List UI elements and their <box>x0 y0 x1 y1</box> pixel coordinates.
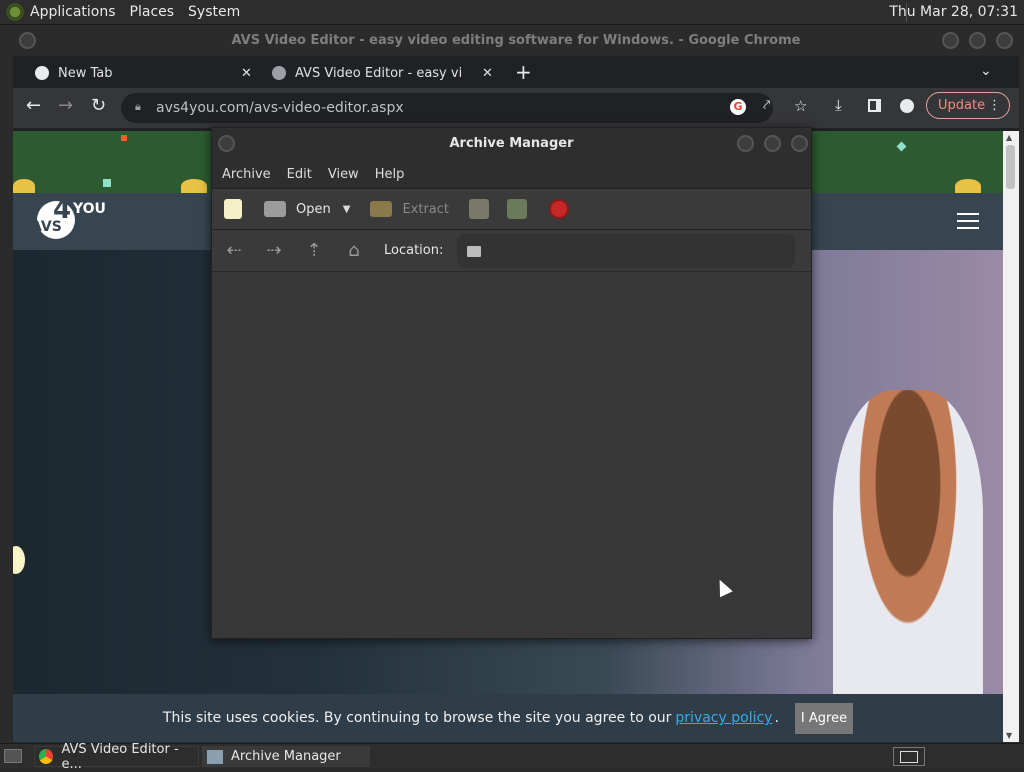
tab-search-chevron-icon[interactable]: ⌄ <box>980 63 992 79</box>
forward-icon[interactable]: → <box>58 95 73 116</box>
location-field[interactable] <box>457 233 796 268</box>
menu-view[interactable]: View <box>328 167 359 182</box>
tab-close-icon[interactable]: ✕ <box>482 66 493 81</box>
woman-figure <box>833 390 983 700</box>
archive-manager-icon <box>207 749 223 764</box>
profile-avatar-icon[interactable] <box>900 99 914 113</box>
tab-close-icon[interactable]: ✕ <box>241 66 252 81</box>
update-label: Update <box>938 98 986 113</box>
close-icon[interactable] <box>996 32 1013 49</box>
cookie-period: . <box>774 710 779 726</box>
confetti-shape <box>181 179 207 193</box>
chrome-window-title: AVS Video Editor - easy video editing so… <box>231 33 801 48</box>
close-icon[interactable] <box>791 135 808 152</box>
window-menu-icon[interactable] <box>19 32 36 49</box>
forward-icon[interactable]: ⇢ <box>264 240 284 261</box>
system-menu[interactable]: System <box>188 4 240 20</box>
extract-icon[interactable] <box>370 201 393 217</box>
confetti-shape <box>955 179 981 193</box>
hamburger-menu-icon[interactable] <box>957 213 979 229</box>
menu-edit[interactable]: Edit <box>287 167 312 182</box>
i-agree-button[interactable]: I Agree <box>794 702 854 734</box>
show-desktop-icon[interactable] <box>4 749 22 763</box>
archive-manager-titlebar[interactable]: Archive Manager <box>212 128 811 160</box>
taskbar-item-archive-manager[interactable]: Archive Manager <box>202 746 370 767</box>
taskbar-label: AVS Video Editor - e... <box>61 741 179 772</box>
open-dropdown-chevron-icon[interactable]: ▼ <box>343 204 351 215</box>
back-icon[interactable]: ← <box>26 95 41 116</box>
location-label: Location: <box>384 243 444 258</box>
archive-manager-title: Archive Manager <box>449 136 574 151</box>
stop-icon[interactable] <box>549 199 569 219</box>
chrome-titlebar[interactable]: AVS Video Editor - easy video editing so… <box>13 26 1019 56</box>
confetti-shape <box>896 141 907 152</box>
minimize-icon[interactable] <box>737 135 754 152</box>
maximize-icon[interactable] <box>764 135 781 152</box>
globe-favicon-icon <box>272 66 286 80</box>
bookmark-star-icon[interactable]: ☆ <box>794 97 807 115</box>
folder-icon <box>467 245 482 257</box>
back-icon[interactable]: ⇠ <box>224 240 244 261</box>
add-files-icon[interactable] <box>469 199 489 219</box>
kebab-menu-icon[interactable]: ⋮ <box>988 93 1001 118</box>
page-scrollbar[interactable]: ▲ ▼ <box>1003 131 1019 742</box>
window-menu-icon[interactable] <box>218 135 235 152</box>
omnibox[interactable]: 🔒︎ avs4you.com/avs-video-editor.aspx G ⤤… <box>121 93 807 123</box>
taskbar-item-chrome[interactable]: AVS Video Editor - e... <box>34 742 199 772</box>
confetti-shape <box>13 179 35 193</box>
menu-help[interactable]: Help <box>375 167 405 182</box>
home-icon[interactable]: ⌂ <box>344 240 364 261</box>
new-archive-icon[interactable] <box>224 199 242 219</box>
places-menu[interactable]: Places <box>130 4 175 20</box>
maximize-icon[interactable] <box>969 32 986 49</box>
share-icon[interactable]: ⤤ <box>763 98 770 113</box>
up-icon[interactable]: ⇡ <box>304 240 324 261</box>
avs4you-logo[interactable]: AVS 4 YOU <box>31 195 106 239</box>
tab-strip: New Tab ✕ AVS Video Editor - easy video … <box>13 56 1019 88</box>
google-lens-icon[interactable]: G <box>730 99 746 115</box>
confetti-shape <box>103 179 111 187</box>
update-button[interactable]: Update ⋮ <box>926 92 1010 119</box>
add-folder-icon[interactable] <box>507 199 527 219</box>
workspace-switcher[interactable] <box>893 747 925 766</box>
bottom-taskbar: AVS Video Editor - e... Archive Manager <box>0 742 1024 772</box>
open-icon[interactable] <box>264 201 286 217</box>
gnome-logo-icon[interactable] <box>6 3 24 21</box>
chrome-toolbar: ← → ↻ 🔒︎ avs4you.com/avs-video-editor.as… <box>13 88 1019 128</box>
minimize-icon[interactable] <box>942 32 959 49</box>
archive-manager-window: Archive Manager Archive Edit View Help O… <box>211 127 812 639</box>
clock[interactable]: Thu Mar 28, 07:31 <box>889 4 1018 20</box>
tab-new-tab[interactable]: New Tab ✕ <box>21 58 256 88</box>
bokeh-light <box>13 546 25 574</box>
logo-number-text: 4 <box>53 195 72 225</box>
applications-menu[interactable]: Applications <box>30 4 116 20</box>
chrome-favicon-icon <box>35 66 49 80</box>
cookie-bar: This site uses cookies. By continuing to… <box>13 694 1003 742</box>
tab-label: AVS Video Editor - easy video <box>295 65 463 81</box>
chrome-icon <box>39 749 54 764</box>
taskbar-label: Archive Manager <box>231 749 341 764</box>
tab-label: New Tab <box>58 65 113 81</box>
reload-icon[interactable]: ↻ <box>91 95 106 116</box>
location-bar: ⇠ ⇢ ⇡ ⌂ Location: <box>212 230 811 272</box>
cookie-text: This site uses cookies. By continuing to… <box>162 710 672 726</box>
menu-archive[interactable]: Archive <box>222 167 271 182</box>
tab-avs-video-editor[interactable]: AVS Video Editor - easy video ✕ <box>272 58 493 88</box>
url-text[interactable]: avs4you.com/avs-video-editor.aspx <box>156 100 404 116</box>
privacy-policy-link[interactable]: privacy policy <box>675 710 772 726</box>
download-icon[interactable]: ⤓ <box>835 96 842 114</box>
new-tab-button[interactable]: + <box>515 60 532 84</box>
side-panel-icon[interactable] <box>868 99 881 112</box>
logo-you-text: YOU <box>73 201 106 217</box>
scroll-up-icon[interactable]: ▲ <box>1006 133 1012 142</box>
extract-button[interactable]: Extract <box>402 202 449 217</box>
open-button[interactable]: Open <box>296 202 331 217</box>
top-panel: Applications Places System Thu Mar 28, 0… <box>0 0 1024 25</box>
archive-menubar: Archive Edit View Help <box>212 160 811 188</box>
archive-toolbar: Open ▼ Extract <box>212 188 811 230</box>
scrollbar-thumb[interactable] <box>1006 145 1015 189</box>
confetti-shape <box>121 135 127 141</box>
scroll-down-icon[interactable]: ▼ <box>1006 731 1012 740</box>
lock-icon[interactable]: 🔒︎ <box>135 100 141 114</box>
